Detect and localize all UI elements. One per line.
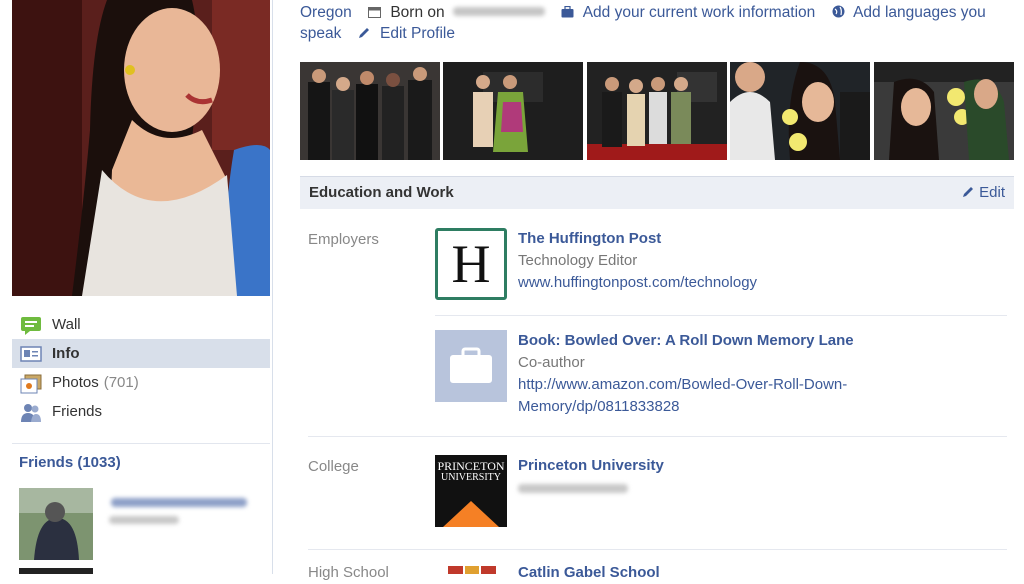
highschool-name-link[interactable]: Catlin Gabel School <box>518 562 1008 584</box>
section-edit-link[interactable]: Edit <box>962 184 1005 201</box>
nav-photos[interactable]: Photos (701) <box>12 368 270 397</box>
friends-box-title[interactable]: Friends (1033) <box>19 454 121 471</box>
highschool-entry: Catlin Gabel School <box>518 562 1008 584</box>
photo-strip <box>300 62 1014 160</box>
employers-label: Employers <box>308 231 379 248</box>
left-column: Wall Info Photos (701) Friends Friends (… <box>0 0 273 574</box>
employer-role: Co-author <box>518 354 585 371</box>
college-entry: Princeton University <box>518 455 1008 493</box>
strip-photo[interactable] <box>586 62 727 160</box>
nav-friends[interactable]: Friends <box>12 397 270 426</box>
employer-url-line: http://www.amazon.com/Bowled-Over-Roll-D… <box>518 376 848 393</box>
nav-photos-label: Photos <box>52 374 99 391</box>
photos-count: (701) <box>103 374 139 391</box>
location-link[interactable]: Oregon <box>300 4 352 21</box>
nav-info[interactable]: Info <box>12 339 270 368</box>
divider <box>308 549 1007 550</box>
employer-url-line: Memory/dp/0811833828 <box>518 398 680 415</box>
friends-icon <box>20 403 42 422</box>
strip-photo[interactable] <box>873 62 1014 160</box>
add-work-link[interactable]: Add your current work information <box>583 4 816 21</box>
wall-icon <box>20 316 42 335</box>
section-edit-label: Edit <box>979 184 1005 201</box>
nav-wall[interactable]: Wall <box>12 310 270 339</box>
employer-url-link[interactable]: www.huffingtonpost.com/technology <box>518 272 1008 294</box>
friend-avatar[interactable] <box>19 568 93 574</box>
employer-role: Technology Editor <box>518 252 638 269</box>
highschool-logo[interactable] <box>448 566 497 574</box>
divider <box>308 436 1007 437</box>
born-label: Born on <box>390 4 445 21</box>
profile-summary: Oregon Born on Add your current work inf… <box>300 2 1014 44</box>
friend-item[interactable] <box>19 568 269 574</box>
book-logo[interactable] <box>435 330 507 402</box>
birthdate-blurred <box>452 7 545 16</box>
employer-entry: Book: Bowled Over: A Roll Down Memory La… <box>518 330 1008 418</box>
education-work-header: Education and Work Edit <box>300 176 1014 209</box>
princeton-chevron-icon <box>443 501 499 527</box>
friend-detail-blurred <box>109 516 179 524</box>
calendar-icon <box>368 3 382 18</box>
strip-photo[interactable] <box>730 62 871 160</box>
employer-url-link[interactable]: http://www.amazon.com/Bowled-Over-Roll-D… <box>518 374 1008 418</box>
princeton-logo[interactable]: PRINCETON UNIVERSITY <box>435 455 507 527</box>
edit-profile-link[interactable]: Edit Profile <box>380 25 455 42</box>
divider <box>435 315 1007 316</box>
college-detail-blurred <box>518 484 628 493</box>
globe-icon <box>832 3 845 18</box>
section-title: Education and Work <box>309 184 454 201</box>
college-label: College <box>308 458 359 475</box>
employer-name-link[interactable]: Book: Bowled Over: A Roll Down Memory La… <box>518 330 1008 352</box>
employer-name-link[interactable]: The Huffington Post <box>518 228 1008 250</box>
nav-divider <box>12 443 270 444</box>
friend-item[interactable] <box>19 488 269 560</box>
huffpost-logo-letter: H <box>435 228 507 300</box>
strip-photo[interactable] <box>443 62 584 160</box>
nav-friends-label: Friends <box>52 403 103 420</box>
friend-name-blurred <box>111 498 247 507</box>
profile-photo[interactable] <box>12 0 270 296</box>
photos-icon <box>20 374 42 393</box>
info-card-icon <box>20 345 42 363</box>
huffpost-logo[interactable]: H <box>435 228 507 300</box>
pencil-icon <box>963 187 974 197</box>
strip-photo[interactable] <box>300 62 440 160</box>
nav-info-label: Info <box>52 345 80 362</box>
briefcase-icon <box>450 347 492 383</box>
college-name-link[interactable]: Princeton University <box>518 455 1008 477</box>
friend-avatar[interactable] <box>19 488 93 560</box>
profile-nav: Wall Info Photos (701) Friends <box>12 310 270 426</box>
highschool-label: High School <box>308 564 389 581</box>
employer-entry: The Huffington Post Technology Editor ww… <box>518 228 1008 294</box>
nav-wall-label: Wall <box>52 316 81 333</box>
briefcase-icon <box>561 3 574 18</box>
pencil-icon <box>358 24 371 38</box>
